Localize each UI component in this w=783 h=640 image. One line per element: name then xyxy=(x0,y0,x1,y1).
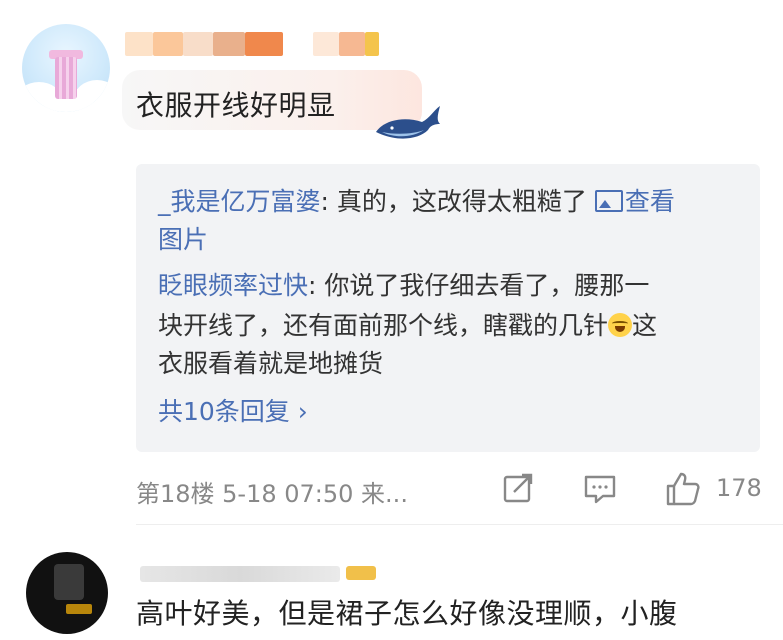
like-icon[interactable] xyxy=(664,470,702,508)
reply-text-line: 衣服看着就是地摊货 xyxy=(158,349,384,378)
comment-text: 高叶好美，但是裙子怎么好像没理顺，小腹 xyxy=(136,597,678,630)
commenter-name-redacted[interactable] xyxy=(125,32,380,56)
more-replies-link[interactable]: 共10条回复 › xyxy=(158,392,308,432)
replies-panel: _我是亿万富婆: 真的，这改得太粗糙了 查看 图片 眨眼频率过快: 你说了我仔细… xyxy=(136,164,760,452)
reply-username[interactable]: _我是亿万富婆 xyxy=(158,187,321,216)
image-icon xyxy=(594,190,623,212)
view-image-link[interactable]: 查看 xyxy=(594,187,675,216)
divider xyxy=(136,524,783,525)
comment-text: 衣服开线好明显 xyxy=(136,89,336,122)
reply-icon[interactable] xyxy=(582,470,618,506)
commenter-name-redacted[interactable] xyxy=(140,562,380,584)
reply-text-line: 块开线了，还有面前那个线，瞎戳的几针这 xyxy=(158,311,658,340)
whale-sticker-icon xyxy=(376,106,440,139)
reply-text: 你说了我仔细去看了，腰那一 xyxy=(324,271,650,300)
commenter-avatar[interactable] xyxy=(22,24,110,112)
reply-item: 眨眼频率过快: 你说了我仔细去看了，腰那一 xyxy=(158,271,650,300)
reply-item: _我是亿万富婆: 真的，这改得太粗糙了 查看 xyxy=(158,187,675,216)
reply-username[interactable]: 眨眼频率过快 xyxy=(158,271,308,300)
laugh-cry-emoji-icon xyxy=(608,313,633,337)
commenter-avatar[interactable] xyxy=(26,552,108,634)
reply-text: 真的，这改得太粗糙了 xyxy=(336,187,595,216)
share-icon[interactable] xyxy=(500,470,536,506)
view-image-link-continued[interactable]: 图片 xyxy=(158,220,208,260)
comment-meta: 第18楼 5-18 07:50 来... xyxy=(136,480,408,508)
like-count: 178 xyxy=(716,474,762,502)
